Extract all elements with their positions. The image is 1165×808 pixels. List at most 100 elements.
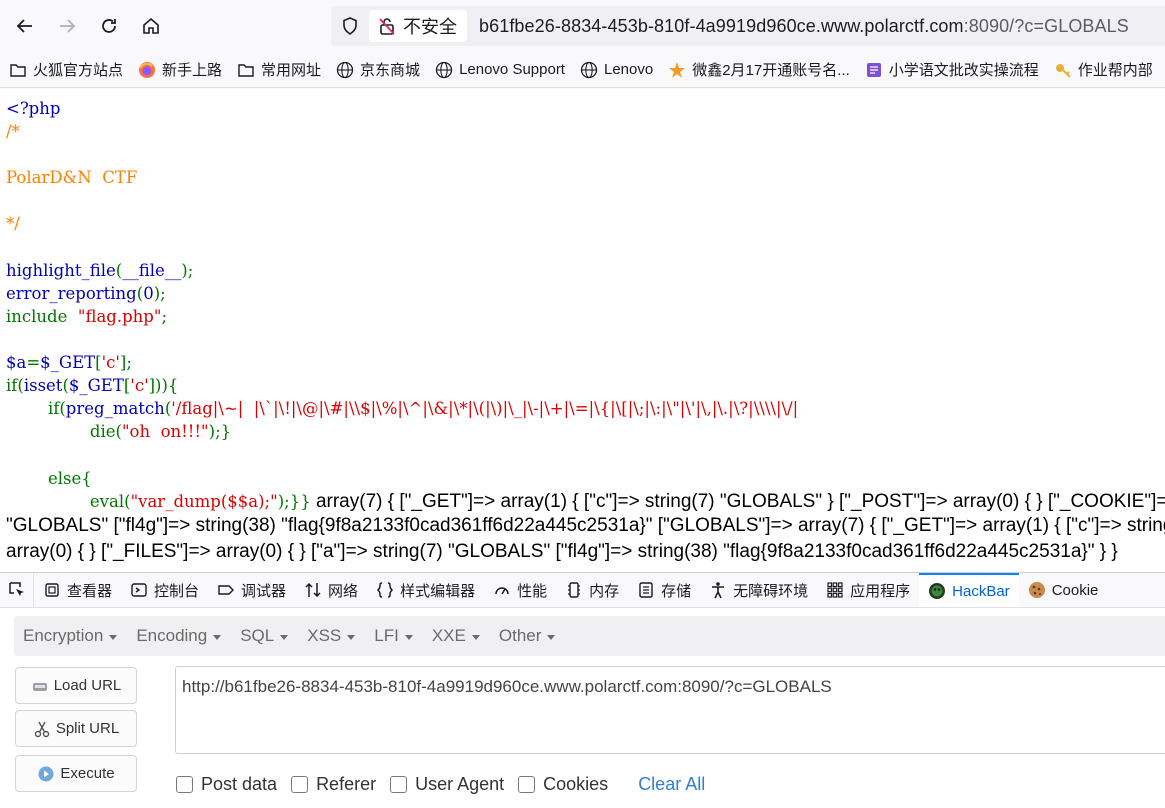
bookmark-zuoyebang[interactable]: 作业帮内部 xyxy=(1045,56,1159,84)
menu-xss[interactable]: XSS xyxy=(298,626,365,646)
user-agent-option[interactable]: User Agent xyxy=(390,774,504,795)
user-agent-checkbox[interactable] xyxy=(390,776,408,793)
code-token: "flag.php" xyxy=(77,306,162,326)
bookmark-label: Lenovo Support xyxy=(459,61,565,78)
key-icon xyxy=(1055,63,1071,78)
code-else: else{ xyxy=(47,468,92,488)
code-token: );}} xyxy=(277,491,311,511)
tab-label: 网络 xyxy=(328,582,359,600)
element-picker-button[interactable] xyxy=(0,573,34,607)
bookmark-lenovo-support[interactable]: Lenovo Support xyxy=(426,56,571,84)
element-picker-icon xyxy=(8,582,24,596)
bookmark-folder-common[interactable]: 常用网址 xyxy=(228,56,327,84)
option-label: Referer xyxy=(316,774,377,794)
hackbar-url-input[interactable]: http://b61fbe26-8834-453b-810f-4a9919d96… xyxy=(175,666,1165,754)
tab-label: 控制台 xyxy=(154,582,200,600)
memory-icon xyxy=(568,582,581,598)
tab-hackbar[interactable]: HackBar xyxy=(919,573,1019,607)
debugger-icon xyxy=(218,585,235,595)
menu-encoding[interactable]: Encoding xyxy=(127,626,231,646)
load-url-button[interactable]: Load URL xyxy=(15,667,137,704)
tab-performance[interactable]: 性能 xyxy=(484,573,556,607)
tab-label: 样式编辑器 xyxy=(400,582,476,600)
bookmark-label: 京东商城 xyxy=(360,62,421,79)
post-data-checkbox[interactable] xyxy=(176,776,193,793)
tab-application[interactable]: 应用程序 xyxy=(817,573,919,607)
menu-label: Other xyxy=(498,626,542,645)
code-eval: eval( xyxy=(89,491,131,511)
code-include: include xyxy=(6,306,78,326)
bookmark-jd[interactable]: 京东商城 xyxy=(327,56,426,84)
tab-debugger[interactable]: 调试器 xyxy=(208,573,295,607)
cookies-checkbox[interactable] xyxy=(518,776,536,793)
chevron-down-icon xyxy=(347,634,356,640)
code-token: 'c' xyxy=(130,376,149,396)
bookmark-getting-started[interactable]: 新手上路 xyxy=(129,56,228,84)
tab-accessibility[interactable]: 无障碍环境 xyxy=(700,573,817,607)
bookmark-chinese-grading[interactable]: 小学语文批改实操流程 xyxy=(856,56,1045,84)
code-comment-title: PolarD&N CTF xyxy=(6,168,138,188)
chevron-down-icon xyxy=(280,634,289,640)
devtools-tab-bar: 查看器 控制台 调试器 网络 样式编辑器 性能 内存 存储 无障碍环境 应用程序… xyxy=(0,572,1165,608)
menu-sql[interactable]: SQL xyxy=(231,626,298,646)
storage-icon xyxy=(639,582,653,598)
tracking-protection-button[interactable] xyxy=(333,9,367,43)
code-token: = xyxy=(26,353,41,373)
shield-icon xyxy=(343,17,357,35)
execute-button[interactable]: Execute xyxy=(15,755,137,792)
bookmark-label: Lenovo xyxy=(603,61,654,78)
post-data-option[interactable]: Post data xyxy=(176,774,277,795)
url-bar[interactable]: 不安全 b61fbe26-8834-453b-810f-4a9919d960ce… xyxy=(331,6,1165,46)
code-token: "var_dump($$a);" xyxy=(130,491,278,511)
reload-button[interactable] xyxy=(92,9,126,43)
tab-inspector[interactable]: 查看器 xyxy=(34,573,121,607)
code-token: 0 xyxy=(143,283,154,303)
code-if-preg: if( xyxy=(47,399,66,419)
referer-option[interactable]: Referer xyxy=(291,774,376,795)
accessibility-icon xyxy=(712,582,725,599)
tab-storage[interactable]: 存储 xyxy=(628,573,700,607)
code-if-isset: if( xyxy=(6,376,24,396)
menu-label: LFI xyxy=(374,626,399,645)
tab-label: 存储 xyxy=(661,582,692,600)
bookmark-folder-firefox[interactable]: 火狐官方站点 xyxy=(0,56,129,84)
tab-label: 内存 xyxy=(589,582,620,600)
insecure-badge[interactable]: 不安全 xyxy=(369,10,467,42)
menu-xxe[interactable]: XXE xyxy=(423,626,490,646)
tab-network[interactable]: 网络 xyxy=(295,573,367,607)
menu-label: Encryption xyxy=(23,626,104,645)
code-token: ]; xyxy=(119,353,132,373)
bookmark-label: 作业帮内部 xyxy=(1077,62,1153,79)
cookies-option[interactable]: Cookies xyxy=(518,774,608,795)
code-token: ); xyxy=(181,260,194,280)
tab-label: Cookie xyxy=(1051,581,1099,599)
code-token: '/flag|\~| |\`|\!|\@|\#|\\$|\%|\^|\&|\*|… xyxy=(171,399,799,419)
split-url-button[interactable]: Split URL xyxy=(15,710,137,747)
code-comment-open: /* xyxy=(6,122,20,142)
code-highlight-file: highlight_file xyxy=(6,260,116,280)
back-button[interactable] xyxy=(8,9,42,43)
forward-button[interactable] xyxy=(50,9,84,43)
menu-encryption[interactable]: Encryption xyxy=(14,626,127,646)
code-token: __file__ xyxy=(122,260,182,280)
bookmark-weixin[interactable]: 微鑫2月17开通账号名... xyxy=(659,56,856,84)
page-content: <?php /* PolarD&N CTF */ highlight_file(… xyxy=(0,89,1165,572)
menu-lfi[interactable]: LFI xyxy=(365,626,423,646)
tab-cookie[interactable]: Cookie xyxy=(1019,573,1108,607)
tab-memory[interactable]: 内存 xyxy=(556,573,628,607)
hackbar-options: Post data Referer User Agent Cookies Cle… xyxy=(176,774,705,795)
var-dump-output-line-2: "GLOBALS" ["fl4g"]=> string(38) "flag{9f… xyxy=(6,515,1165,536)
clear-all-link[interactable]: Clear All xyxy=(638,774,705,795)
home-button[interactable] xyxy=(134,9,168,43)
hackbar-menu: Encryption Encoding SQL XSS LFI XXE Othe… xyxy=(14,616,1165,656)
style-editor-icon xyxy=(377,582,394,598)
url-text[interactable]: b61fbe26-8834-453b-810f-4a9919d960ce.www… xyxy=(479,16,1129,37)
tab-label: 调试器 xyxy=(241,582,287,600)
tab-label: HackBar xyxy=(952,582,1010,600)
home-icon xyxy=(143,17,159,34)
referer-checkbox[interactable] xyxy=(291,776,309,793)
bookmark-lenovo[interactable]: Lenovo xyxy=(571,56,659,84)
tab-console[interactable]: 控制台 xyxy=(121,573,208,607)
tab-style-editor[interactable]: 样式编辑器 xyxy=(367,573,484,607)
menu-other[interactable]: Other xyxy=(490,626,566,646)
